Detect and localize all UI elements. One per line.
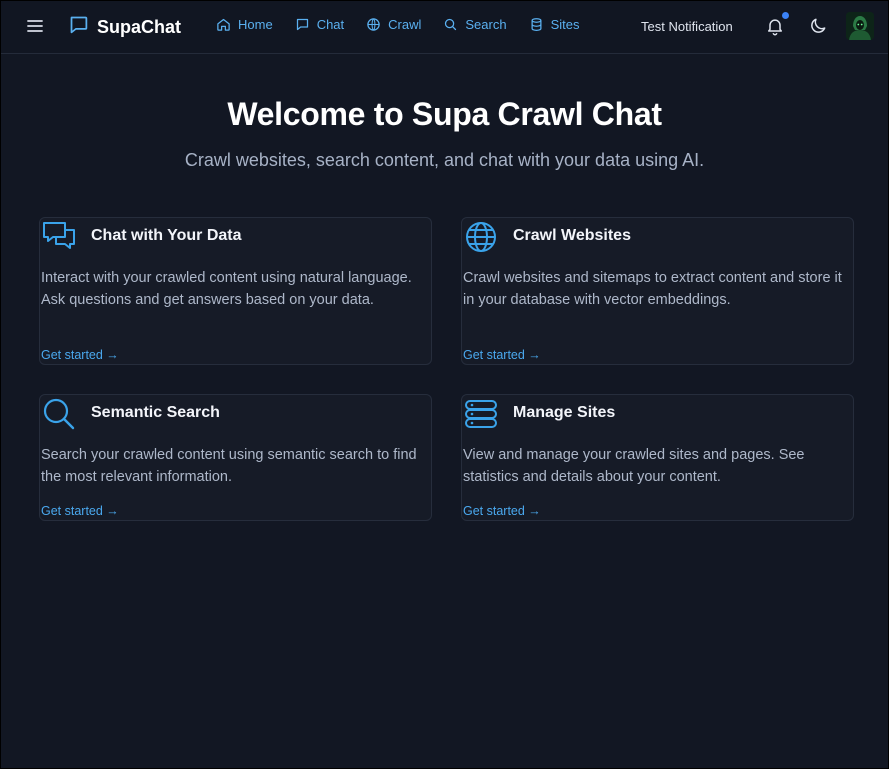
card-description: View and manage your crawled sites and p… [463,447,805,485]
database-icon [463,396,499,432]
top-navbar: SupaChat Home Chat Crawl Search Sites Te… [0,0,889,54]
brand-logo[interactable]: SupaChat [68,14,181,40]
card-chat[interactable]: Chat with Your Data Interact with your c… [39,217,432,365]
card-title: Chat with Your Data [91,227,242,244]
nav-crawl-label: Crawl [388,17,422,32]
brand-name: SupaChat [97,16,182,37]
avatar[interactable] [846,12,874,40]
card-title: Semantic Search [91,404,220,421]
get-started-link[interactable]: Get started → [41,504,119,518]
chat-bubbles-icon [41,219,77,255]
chat-icon [296,18,308,31]
home-icon [217,18,230,31]
globe-icon [463,219,499,255]
card-crawl[interactable]: Crawl Websites Crawl websites and sitema… [461,217,854,365]
nav-search-label: Search [465,17,507,32]
card-description: Search your crawled content using semant… [41,447,417,485]
card-sites[interactable]: Manage Sites View and manage your crawle… [461,394,854,521]
search-icon [445,18,457,31]
card-description: Interact with your crawled content using… [41,270,412,308]
page-title: Welcome to Supa Crawl Chat [227,96,662,132]
menu-icon[interactable] [25,16,45,36]
bell-icon[interactable] [765,16,785,36]
chat-logo-icon [68,14,89,40]
get-started-link[interactable]: Get started → [463,348,541,362]
card-title: Manage Sites [513,404,616,421]
globe-icon [367,18,380,31]
database-icon [531,18,542,31]
card-description: Crawl websites and sitemaps to extract c… [463,270,842,308]
card-title: Crawl Websites [513,227,631,244]
notification-dot [782,12,789,19]
card-search[interactable]: Semantic Search Search your crawled cont… [39,394,432,521]
nav-home-label: Home [238,17,273,32]
nav-crawl[interactable]: Crawl [366,17,421,32]
get-started-link[interactable]: Get started → [41,348,119,362]
nav-chat-label: Chat [316,17,345,32]
search-icon [41,396,77,432]
page-subtitle: Crawl websites, search content, and chat… [184,150,705,170]
nav-sites[interactable]: Sites [529,17,580,32]
main-nav: Home Chat Crawl Search Sites [216,17,602,32]
nav-sites-label: Sites [550,17,580,32]
moon-icon[interactable] [808,16,828,36]
nav-home[interactable]: Home [216,17,273,32]
nav-chat[interactable]: Chat [295,17,344,32]
test-notification-button[interactable]: Test Notification [641,19,733,34]
get-started-link[interactable]: Get started → [463,504,541,518]
nav-search[interactable]: Search [443,17,507,32]
